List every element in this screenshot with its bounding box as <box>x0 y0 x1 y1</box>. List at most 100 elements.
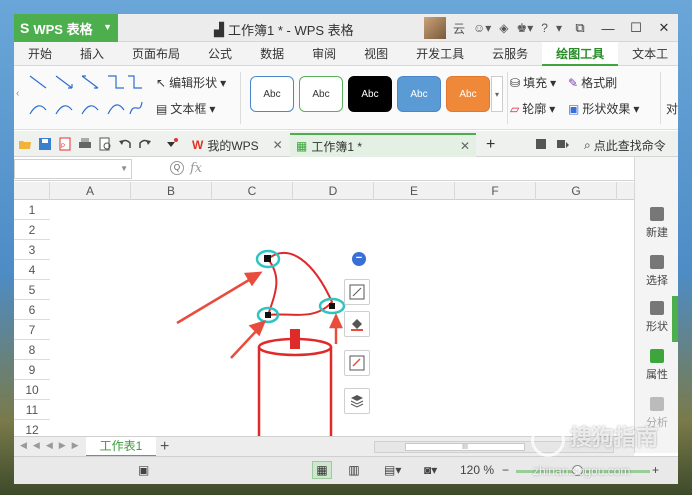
zoom-out-button[interactable]: − <box>502 463 509 477</box>
user-name[interactable]: 云 <box>453 20 465 37</box>
zoom-icon[interactable]: Q <box>170 161 184 175</box>
grid-view-icon: ▦ <box>316 463 328 477</box>
sidebar-item-select[interactable]: 选择 <box>635 255 678 288</box>
fill-button[interactable]: ⛁ 填充 ▾ <box>510 74 556 91</box>
tab-developer[interactable]: 开发工具 <box>402 42 478 66</box>
tab-home[interactable]: 开始 <box>14 42 66 66</box>
align-button[interactable]: 对 <box>666 100 678 117</box>
close-icon[interactable]: ✕ <box>460 139 470 153</box>
help-button[interactable]: ? <box>541 21 548 35</box>
minimize-button[interactable]: — <box>594 14 622 42</box>
help-chevron-icon[interactable]: ▾ <box>556 21 562 35</box>
scroll-thumb[interactable]: III <box>405 443 525 451</box>
tab-text-tools[interactable]: 文本工 <box>618 42 678 66</box>
restore-icon[interactable]: ⧉ <box>566 14 594 42</box>
ribbon-divider <box>507 72 508 124</box>
properties-icon <box>650 349 664 363</box>
sheet-nav-arrows[interactable]: ◀◀◀▶▶ <box>20 440 85 451</box>
tab-cloud[interactable]: 云服务 <box>478 42 542 66</box>
avatar[interactable] <box>423 17 446 39</box>
zoom-in-button[interactable]: + <box>652 463 659 477</box>
tab-drawing-tools[interactable]: 绘图工具 <box>542 41 619 66</box>
wps-logo-icon: W <box>192 138 204 152</box>
layout-view-dropdown[interactable]: ▤▾ <box>384 463 401 477</box>
shirt-icon[interactable]: ♚▾ <box>517 21 534 35</box>
export-pdf-icon[interactable]: P <box>58 137 72 151</box>
edit-shape-icon[interactable] <box>344 279 370 305</box>
svg-text:P: P <box>61 144 65 150</box>
name-box[interactable]: ▼ <box>14 159 132 179</box>
zoom-level[interactable]: 120 % <box>460 463 494 477</box>
edit-shape-button[interactable]: ↖ 编辑形状 ▾ <box>156 74 226 91</box>
user-menu-icon[interactable]: ☺▾ <box>473 21 491 35</box>
sheet-doc-icon: ▦ <box>296 139 308 153</box>
redo-icon[interactable] <box>138 137 152 151</box>
wps-logo-icon: S <box>20 20 30 36</box>
undo-icon[interactable] <box>118 137 132 151</box>
tab-list-icon[interactable] <box>556 137 570 151</box>
customize-toolbar-icon[interactable] <box>164 137 178 151</box>
edit-point-top[interactable] <box>255 249 281 269</box>
sidebar-item-properties[interactable]: 属性 <box>635 349 678 382</box>
text-box-icon: ▤ <box>156 101 168 116</box>
outline-pen-icon[interactable] <box>344 350 370 376</box>
print-preview-icon[interactable] <box>98 137 112 151</box>
sidebar-item-new[interactable]: 新建 <box>635 207 678 240</box>
macro-record-icon[interactable]: ▣ <box>138 463 149 477</box>
page-break-view-button[interactable]: ▥ <box>344 461 364 479</box>
tab-data[interactable]: 数据 <box>246 42 298 66</box>
app-menu-button[interactable]: S WPS 表格 ▼ <box>14 14 118 42</box>
shape-style-preset-4[interactable]: Abc <box>397 76 441 112</box>
outline-button[interactable]: ▱ 轮廓 ▾ <box>510 100 555 117</box>
style-gallery-more-button[interactable]: ▾ <box>491 76 503 112</box>
document-title: ▟ 工作簿1 * - WPS 表格 <box>214 20 354 39</box>
print-icon[interactable] <box>78 137 92 151</box>
double-arrow-shape-icon <box>81 75 99 89</box>
tab-page-layout[interactable]: 页面布局 <box>118 42 194 66</box>
close-button[interactable]: ✕ <box>650 14 678 42</box>
wps-window: S WPS 表格 ▼ ▟ 工作簿1 * - WPS 表格 云 ☺▾ ◈ ♚▾ ?… <box>14 14 678 484</box>
text-box-button[interactable]: ▤ 文本框 ▾ <box>156 100 215 117</box>
format-painter-button[interactable]: ✎ 格式刷 <box>568 74 617 91</box>
tab-formulas[interactable]: 公式 <box>194 42 246 66</box>
watermark-text: 搜狗指南 <box>570 426 659 451</box>
format-painter-icon: ✎ <box>568 75 579 90</box>
chevron-down-icon: ▾ <box>633 101 640 116</box>
shape-style-preset-1[interactable]: Abc <box>250 76 294 112</box>
add-sheet-button[interactable]: + <box>160 437 169 457</box>
edit-shape-icon: ↖ <box>156 75 167 90</box>
task-pane-expand-handle[interactable] <box>672 296 678 342</box>
maximize-button[interactable]: ☐ <box>622 14 650 42</box>
cylinder-shape[interactable] <box>257 337 333 436</box>
spreadsheet-grid[interactable]: A B C D E F G 1 2 3 4 5 6 7 8 9 10 11 12 <box>14 182 634 436</box>
cylinder-cap-shape[interactable] <box>290 329 300 349</box>
open-folder-icon[interactable] <box>18 137 32 151</box>
shape-style-preset-5[interactable]: Abc <box>446 76 490 112</box>
reading-mode-dropdown[interactable]: ◙▾ <box>424 463 437 477</box>
shapes-icon <box>650 301 664 315</box>
tab-review[interactable]: 审阅 <box>298 42 350 66</box>
shape-style-preset-3[interactable]: Abc <box>348 76 392 112</box>
close-icon[interactable]: ✕ <box>273 138 283 152</box>
shapes-gallery[interactable] <box>24 70 144 122</box>
fx-icon[interactable]: fx <box>190 161 202 176</box>
shape-effects-button[interactable]: ▣ 形状效果 ▾ <box>568 100 639 117</box>
skin-icon[interactable]: ◈ <box>499 21 508 35</box>
command-search[interactable]: ⌕ 点此查找命令 <box>578 133 672 157</box>
tab-insert[interactable]: 插入 <box>66 42 118 66</box>
tab-my-wps[interactable]: W 我的WPS ✕ <box>186 133 289 157</box>
shape-style-preset-2[interactable]: Abc <box>299 76 343 112</box>
sheet-tab-active[interactable]: 工作表1 <box>86 437 156 457</box>
layers-icon[interactable] <box>344 388 370 414</box>
save-icon[interactable] <box>38 137 52 151</box>
normal-view-button[interactable]: ▦ <box>312 461 332 479</box>
chevron-left-icon[interactable]: ‹ <box>16 88 19 99</box>
tab-menu-icon[interactable] <box>534 137 548 151</box>
document-icon: ▟ <box>214 21 224 37</box>
tab-view[interactable]: 视图 <box>350 42 402 66</box>
tab-workbook[interactable]: ▦ 工作簿1 * ✕ <box>290 133 476 157</box>
collapse-toolbar-button[interactable]: − <box>352 252 366 266</box>
new-tab-button[interactable]: + <box>480 133 501 157</box>
analyze-icon <box>650 397 664 411</box>
fill-bucket-icon[interactable] <box>344 311 370 337</box>
